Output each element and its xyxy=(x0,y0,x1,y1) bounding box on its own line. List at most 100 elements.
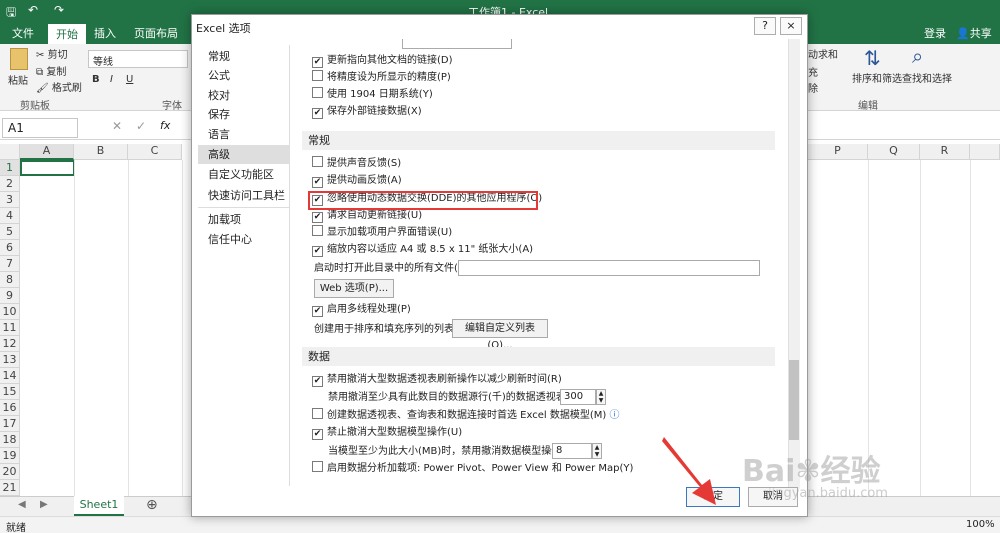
column-header[interactable]: C xyxy=(128,144,182,160)
option-update-links[interactable]: ✔ 更新指向其他文档的链接(D) xyxy=(312,53,453,68)
column-header-partial[interactable] xyxy=(970,144,1000,160)
nav-customize-ribbon[interactable]: 自定义功能区 xyxy=(198,165,290,184)
tab-home[interactable]: 开始 xyxy=(48,24,86,44)
column-header[interactable]: P xyxy=(808,144,868,160)
option-sound-feedback[interactable]: 提供声音反馈(S) xyxy=(312,156,401,171)
paste-button[interactable]: 粘贴 xyxy=(8,72,28,87)
sort-icon[interactable]: ⇅ xyxy=(864,46,881,70)
sort-filter-button[interactable]: 排序和筛选 xyxy=(852,70,902,85)
cancel-icon[interactable]: ✕ xyxy=(112,119,122,133)
row-header[interactable]: 16 xyxy=(0,400,20,416)
checkbox[interactable]: ✔ xyxy=(312,376,323,387)
tab-page-layout[interactable]: 页面布局 xyxy=(134,25,178,41)
option-ask-update-links[interactable]: ✔ 请求自动更新链接(U) xyxy=(312,208,422,223)
autosum-button[interactable]: 动求和 xyxy=(808,46,838,61)
prev-sheet-icon[interactable]: ◀ xyxy=(18,499,26,510)
row-header[interactable]: 5 xyxy=(0,224,20,240)
option-multithread[interactable]: ✔ 启用多线程处理(P) xyxy=(312,302,411,317)
checkbox[interactable] xyxy=(312,87,323,98)
nav-trust-center[interactable]: 信任中心 xyxy=(198,230,290,249)
option-animation-feedback[interactable]: ✔ 提供动画反馈(A) xyxy=(312,173,402,188)
startup-folder-input[interactable] xyxy=(458,260,760,276)
row-header[interactable]: 3 xyxy=(0,192,20,208)
column-header[interactable]: A xyxy=(20,144,74,160)
name-box[interactable]: A1 xyxy=(2,118,78,138)
option-save-external-link[interactable]: ✔ 保存外部链接数据(X) xyxy=(312,104,422,119)
model-size-input[interactable]: 8 xyxy=(552,443,592,459)
checkbox[interactable] xyxy=(312,408,323,419)
nav-proofing[interactable]: 校对 xyxy=(198,86,290,105)
edit-custom-lists-button[interactable]: 编辑自定义列表(O)... xyxy=(452,319,548,351)
checkbox[interactable]: ✔ xyxy=(312,246,323,257)
nav-formulas[interactable]: 公式 xyxy=(198,66,290,85)
row-header[interactable]: 4 xyxy=(0,208,20,224)
column-header[interactable]: B xyxy=(74,144,128,160)
option-precision-as-displayed[interactable]: 将精度设为所显示的精度(P) xyxy=(312,70,451,85)
nav-language[interactable]: 语言 xyxy=(198,125,290,144)
option-disable-pivot-undo[interactable]: ✔ 禁用撤消大型数据透视表刷新操作以减少刷新时间(R) xyxy=(312,372,562,387)
row-header[interactable]: 13 xyxy=(0,352,20,368)
function-icon[interactable]: fx xyxy=(160,119,170,132)
search-icon[interactable]: ⌕ xyxy=(912,44,923,68)
tab-insert[interactable]: 插入 xyxy=(94,25,116,41)
row-header[interactable]: 17 xyxy=(0,416,20,432)
row-header[interactable]: 2 xyxy=(0,176,20,192)
checkbox[interactable]: ✔ xyxy=(312,177,323,188)
cut-button[interactable]: ✂ 剪切 xyxy=(36,46,68,61)
underline-button[interactable]: U xyxy=(126,74,133,85)
share-button[interactable]: 👤共享 xyxy=(956,25,992,41)
option-disable-model-undo[interactable]: ✔ 禁止撤消大型数据模型操作(U) xyxy=(312,425,462,440)
nav-add-ins[interactable]: 加载项 xyxy=(198,210,290,229)
row-header[interactable]: 8 xyxy=(0,272,20,288)
clear-button[interactable]: 除 xyxy=(808,80,818,95)
italic-button[interactable]: I xyxy=(110,74,113,85)
pivot-rows-input[interactable]: 300 xyxy=(560,389,596,405)
checkbox[interactable]: ✔ xyxy=(312,57,323,68)
row-header[interactable]: 15 xyxy=(0,384,20,400)
find-select-button[interactable]: 查找和选择 xyxy=(902,70,952,85)
row-header[interactable]: 1 xyxy=(0,160,20,176)
scrollbar-thumb[interactable] xyxy=(789,360,799,440)
row-header[interactable]: 14 xyxy=(0,368,20,384)
model-size-stepper[interactable]: ▲ ▼ xyxy=(592,443,602,459)
pivot-rows-stepper[interactable]: ▲ ▼ xyxy=(596,389,606,405)
checkbox[interactable] xyxy=(312,70,323,81)
option-scale-a4[interactable]: ✔ 缩放内容以适应 A4 或 8.5 x 11" 纸张大小(A) xyxy=(312,242,533,257)
row-header[interactable]: 11 xyxy=(0,320,20,336)
close-button[interactable]: × xyxy=(780,17,802,35)
nav-advanced[interactable]: 高级 xyxy=(198,145,290,164)
nav-quick-access-toolbar[interactable]: 快速访问工具栏 xyxy=(198,186,290,205)
checkbox[interactable]: ✔ xyxy=(312,108,323,119)
sheet-tab-sheet1[interactable]: Sheet1 xyxy=(74,496,124,516)
row-header[interactable]: 20 xyxy=(0,464,20,480)
font-name-select[interactable]: 等线 xyxy=(88,50,188,68)
format-painter-button[interactable]: 🖌 格式刷 xyxy=(36,79,82,94)
row-header[interactable]: 21 xyxy=(0,480,20,496)
row-header[interactable]: 9 xyxy=(0,288,20,304)
info-icon[interactable]: ⓘ xyxy=(609,410,619,421)
redo-icon[interactable]: ↷ xyxy=(54,3,64,17)
select-all-corner[interactable] xyxy=(0,144,20,160)
checkbox[interactable] xyxy=(312,225,323,236)
option-show-addin-errors[interactable]: 显示加载项用户界面错误(U) xyxy=(312,225,452,240)
copy-button[interactable]: ⧉ 复制 xyxy=(36,63,66,78)
bold-button[interactable]: B xyxy=(92,74,100,85)
option-1904-date[interactable]: 使用 1904 日期系统(Y) xyxy=(312,87,433,102)
web-options-button[interactable]: Web 选项(P)... xyxy=(314,279,394,298)
checkbox[interactable] xyxy=(312,461,323,472)
checkbox[interactable]: ✔ xyxy=(312,212,323,223)
nav-save[interactable]: 保存 xyxy=(198,105,290,124)
paste-icon[interactable] xyxy=(10,48,28,70)
column-header[interactable]: R xyxy=(920,144,970,160)
zoom-level[interactable]: 100% xyxy=(966,519,995,530)
check-icon[interactable]: ✓ xyxy=(136,119,146,133)
checkbox[interactable]: ✔ xyxy=(312,306,323,317)
option-prefer-data-model[interactable]: 创建数据透视表、查询表和数据连接时首选 Excel 数据模型(M) ⓘ xyxy=(312,408,619,423)
fill-button[interactable]: 充 xyxy=(808,64,818,79)
checkbox[interactable]: ✔ xyxy=(312,429,323,440)
active-cell[interactable] xyxy=(20,160,75,176)
tab-file[interactable]: 文件 xyxy=(12,25,34,41)
checkbox[interactable] xyxy=(312,156,323,167)
help-button[interactable]: ? xyxy=(754,17,776,35)
partial-dropdown[interactable] xyxy=(402,39,512,49)
